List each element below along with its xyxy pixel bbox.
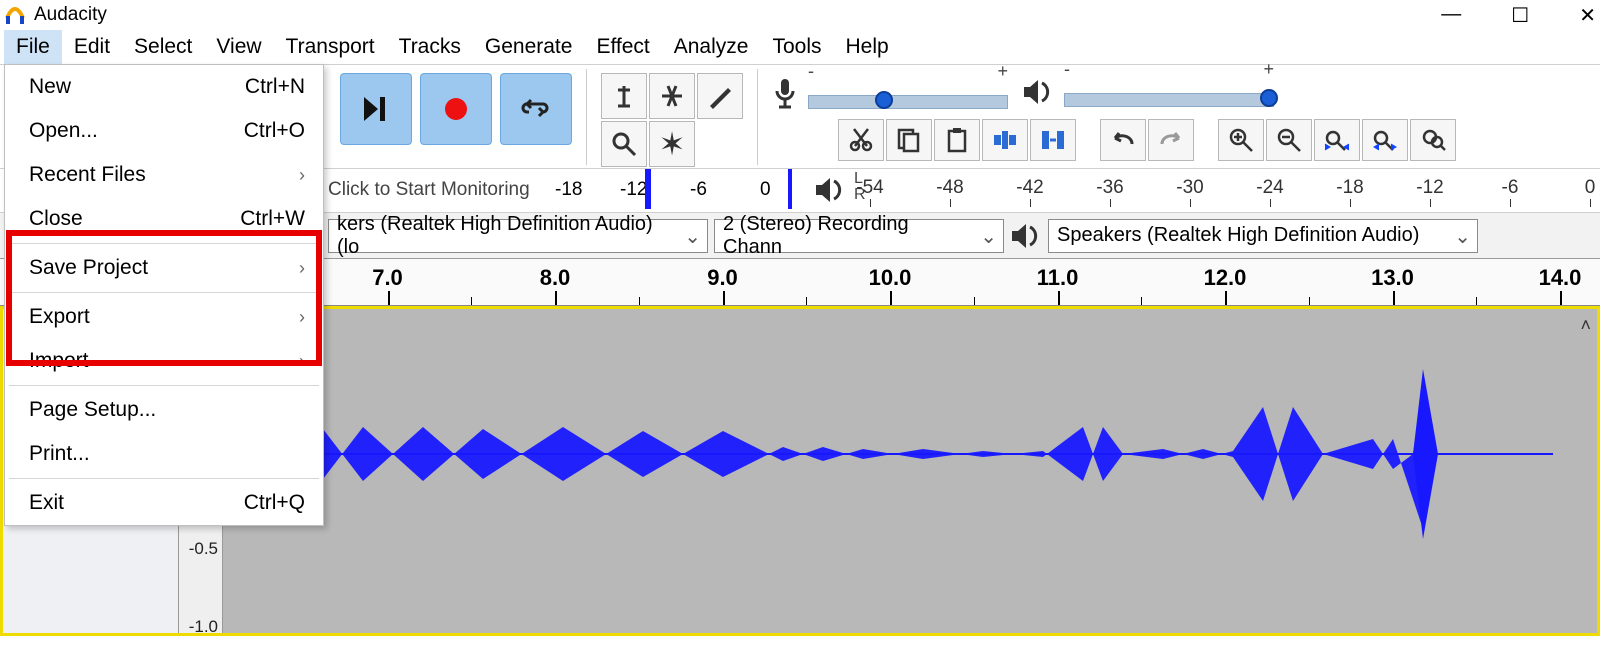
envelope-tool[interactable] (649, 73, 695, 119)
menu-help[interactable]: Help (834, 30, 901, 64)
out-db--54: -54 (856, 177, 883, 199)
app-icon (4, 4, 26, 26)
menu-separator (9, 292, 319, 293)
record-button[interactable] (420, 73, 492, 145)
menu-separator (9, 478, 319, 479)
playback-meter-icon[interactable] (814, 175, 846, 205)
file-menu-open-[interactable]: Open...Ctrl+O (5, 109, 323, 153)
zoom-toggle-button[interactable] (1410, 119, 1456, 161)
ruler-label-7.0: 7.0 (372, 265, 403, 291)
out-db--18: -18 (1336, 177, 1363, 199)
out-db--6: -6 (1502, 177, 1519, 199)
file-menu-save-project[interactable]: Save Project› (5, 246, 323, 290)
recording-channels-dropdown[interactable]: 2 (Stereo) Recording Chann (714, 219, 1004, 253)
menu-separator (9, 385, 319, 386)
out-db--24: -24 (1256, 177, 1283, 199)
window-close-button[interactable]: ✕ (1579, 3, 1596, 28)
out-db--36: -36 (1096, 177, 1123, 199)
in-tick--6: -6 (690, 179, 707, 201)
ruler-label-11.0: 11.0 (1037, 265, 1079, 291)
ruler-label-14.0: 14.0 (1539, 265, 1582, 291)
out-db--30: -30 (1176, 177, 1203, 199)
recording-volume-slider[interactable] (808, 95, 1008, 109)
file-menu: NewCtrl+NOpen...Ctrl+ORecent Files›Close… (4, 64, 324, 526)
out-db--48: -48 (936, 177, 963, 199)
window-minimize-button[interactable]: — (1441, 3, 1461, 28)
ruler-label-8.0: 8.0 (540, 265, 571, 291)
copy-button[interactable] (886, 119, 932, 161)
output-device-dropdown[interactable]: Speakers (Realtek High Definition Audio) (1048, 219, 1478, 253)
cut-button[interactable] (838, 119, 884, 161)
speaker-icon (1022, 77, 1054, 107)
multi-tool[interactable]: ✶ (649, 121, 695, 167)
rec-slider-max: + (997, 61, 1008, 82)
loop-button[interactable] (500, 73, 572, 145)
file-menu-close[interactable]: CloseCtrl+W (5, 197, 323, 241)
playback-volume-slider[interactable] (1064, 93, 1274, 107)
zoom-out-button[interactable] (1266, 119, 1312, 161)
waveform-view[interactable]: k #1 ˄ (223, 309, 1597, 633)
in-tick--18: -18 (555, 179, 582, 201)
out-db--12: -12 (1416, 177, 1443, 199)
paste-button[interactable] (934, 119, 980, 161)
menubar: FileEditSelectViewTransportTracksGenerat… (0, 30, 1600, 64)
menu-file[interactable]: File (4, 30, 62, 64)
play-slider-max: + (1263, 59, 1274, 80)
menu-effect[interactable]: Effect (584, 30, 661, 64)
ruler-label-10.0: 10.0 (869, 265, 912, 291)
file-menu-new[interactable]: NewCtrl+N (5, 65, 323, 109)
fit-selection-button[interactable] (1314, 119, 1360, 161)
window-maximize-button[interactable]: ☐ (1511, 3, 1529, 28)
silence-button[interactable] (1030, 119, 1076, 161)
recording-volume-block: - + (772, 77, 1008, 111)
in-tick--12: -12 (620, 179, 647, 201)
out-db--42: -42 (1016, 177, 1043, 199)
input-device-dropdown[interactable]: kers (Realtek High Definition Audio) (lo (328, 219, 708, 253)
menu-select[interactable]: Select (122, 30, 204, 64)
menu-generate[interactable]: Generate (473, 30, 585, 64)
edit-iconstrip (838, 119, 1456, 161)
file-menu-recent-files[interactable]: Recent Files› (5, 153, 323, 197)
file-menu-import[interactable]: Import› (5, 339, 323, 383)
menu-edit[interactable]: Edit (62, 30, 122, 64)
trim-button[interactable] (982, 119, 1028, 161)
menu-tracks[interactable]: Tracks (387, 30, 473, 64)
waveform-graphic (223, 309, 1553, 599)
play-slider-min: - (1064, 59, 1070, 80)
fit-project-button[interactable] (1362, 119, 1408, 161)
in-tick-0: 0 (760, 179, 771, 201)
monitor-hint[interactable]: Click to Start Monitoring (328, 179, 530, 201)
microphone-icon (772, 77, 798, 111)
menu-separator (9, 243, 319, 244)
zoom-in-button[interactable] (1218, 119, 1264, 161)
zoom-tool[interactable] (601, 121, 647, 167)
output-db-scale: -54-48-42-36-30-24-18-12-60 (870, 177, 1590, 205)
file-menu-export[interactable]: Export› (5, 295, 323, 339)
playback-volume-block: - + (1022, 77, 1274, 107)
tools-group: ✶ (601, 73, 743, 167)
skip-end-button[interactable] (340, 73, 412, 145)
selection-tool[interactable] (601, 73, 647, 119)
undo-button[interactable] (1100, 119, 1146, 161)
draw-tool[interactable] (697, 73, 743, 119)
file-menu-print-[interactable]: Print... (5, 432, 323, 476)
menu-tools[interactable]: Tools (760, 30, 833, 64)
rec-slider-min: - (808, 61, 814, 82)
titlebar: Audacity — ☐ ✕ (0, 0, 1600, 30)
ruler-label-13.0: 13.0 (1371, 265, 1414, 291)
file-menu-page-setup-[interactable]: Page Setup... (5, 388, 323, 432)
app-title: Audacity (34, 4, 107, 26)
out-db-0: 0 (1585, 177, 1596, 199)
vscroll-up-icon[interactable]: ˄ (1580, 315, 1591, 336)
ruler-label-12.0: 12.0 (1204, 265, 1247, 291)
ruler-label-9.0: 9.0 (707, 265, 738, 291)
output-speaker-icon (1010, 221, 1042, 251)
redo-button[interactable] (1148, 119, 1194, 161)
file-menu-exit[interactable]: ExitCtrl+Q (5, 481, 323, 525)
menu-view[interactable]: View (204, 30, 273, 64)
menu-analyze[interactable]: Analyze (662, 30, 761, 64)
menu-transport[interactable]: Transport (274, 30, 387, 64)
